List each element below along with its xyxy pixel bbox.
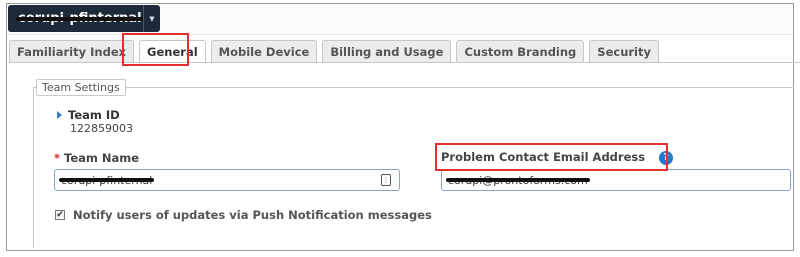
caret-right-icon: [57, 111, 62, 119]
team-name-label: * Team Name: [54, 151, 140, 165]
push-notification-checkbox[interactable]: ✔: [55, 210, 65, 220]
team-id-label: Team ID: [68, 108, 120, 122]
problem-contact-email-value: corupi@prontoforms.com: [446, 173, 590, 187]
team-id-toggle[interactable]: Team ID: [57, 108, 120, 122]
team-switcher-name: corupi-pfinternal: [16, 11, 144, 26]
team-name-input[interactable]: corupi-pfinternal ⋮: [54, 169, 400, 191]
push-notification-label: Notify users of updates via Push Notific…: [73, 208, 432, 222]
tab-custom-branding[interactable]: Custom Branding: [456, 40, 585, 62]
push-notification-option: ✔ Notify users of updates via Push Notif…: [55, 208, 432, 222]
tab-security[interactable]: Security: [589, 40, 659, 62]
contact-card-icon: ⋮: [381, 174, 391, 186]
team-name-value: corupi-pfinternal: [58, 173, 155, 187]
team-settings-fieldset: [33, 87, 794, 248]
problem-contact-email-input[interactable]: corupi@prontoforms.com: [441, 169, 791, 191]
tab-mobile-device[interactable]: Mobile Device: [210, 40, 318, 62]
team-switcher[interactable]: corupi-pfinternal ▼: [8, 5, 160, 32]
highlight-box-general-tab: [122, 33, 189, 66]
highlight-box-problem-contact: [435, 143, 668, 171]
settings-tabs: Familiarity Index General Mobile Device …: [9, 40, 659, 63]
required-marker: *: [54, 151, 61, 165]
tab-familiarity-index[interactable]: Familiarity Index: [9, 40, 135, 62]
tab-billing-and-usage[interactable]: Billing and Usage: [322, 40, 452, 62]
top-bar: corupi-pfinternal ▼: [7, 4, 793, 35]
chevron-down-icon[interactable]: ▼: [143, 5, 160, 32]
team-settings-legend: Team Settings: [36, 79, 126, 96]
team-id-value: 122859003: [70, 122, 133, 135]
